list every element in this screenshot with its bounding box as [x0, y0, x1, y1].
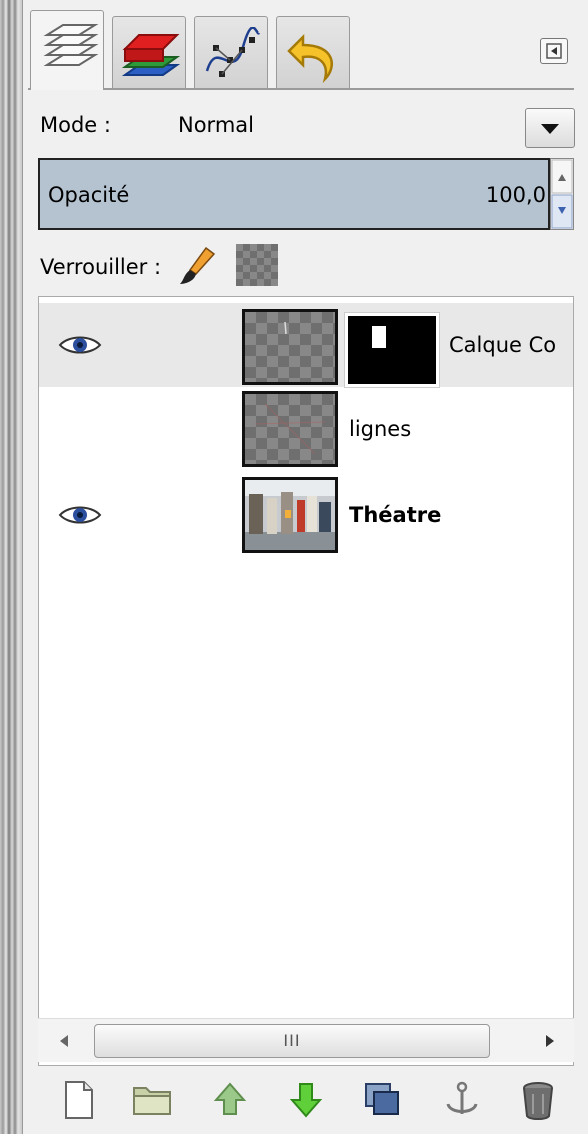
photo-preview: [245, 480, 335, 550]
opacity-value: 100,0: [485, 183, 546, 207]
layer-thumbnail[interactable]: [242, 309, 338, 385]
anchor-icon: [446, 1081, 478, 1114]
raise-layer-button[interactable]: [208, 1078, 252, 1122]
dock-menu-button[interactable]: [540, 38, 568, 64]
paintbrush-icon: [180, 246, 216, 284]
delete-layer-button[interactable]: [516, 1078, 560, 1122]
layers-icon: [43, 24, 99, 66]
duplicate-layer-button[interactable]: [360, 1078, 404, 1122]
layer-thumbnail[interactable]: [242, 477, 338, 553]
scrollbar-grip: III: [283, 1031, 301, 1050]
new-layer-group-button[interactable]: [130, 1078, 174, 1122]
layer-name[interactable]: Théatre: [349, 503, 441, 527]
layer-preview: [254, 403, 326, 455]
horizontal-scrollbar[interactable]: III: [38, 1018, 574, 1062]
mask-white-area: [372, 326, 386, 348]
visibility-toggle[interactable]: [57, 333, 103, 357]
arrow-left-icon: [60, 1035, 68, 1047]
channels-icon: [121, 34, 181, 76]
new-layer-icon: [65, 1081, 93, 1119]
layer-preview: [284, 321, 287, 335]
arrow-right-icon: [546, 1035, 554, 1047]
tab-separator: [28, 88, 574, 90]
opacity-label: Opacité: [48, 183, 130, 207]
opacity-spinner[interactable]: [550, 158, 574, 230]
visibility-toggle[interactable]: [57, 503, 103, 527]
layer-row[interactable]: Théatre: [39, 473, 573, 555]
layers-list: Calque Co lignes Théatre: [38, 296, 574, 1066]
paths-icon: [205, 27, 261, 77]
mode-value[interactable]: Normal: [178, 113, 254, 137]
window-edge: [0, 0, 22, 1134]
arrow-up-icon: [213, 1082, 247, 1115]
anchor-layer-button[interactable]: [440, 1078, 484, 1122]
layer-name[interactable]: lignes: [349, 417, 411, 441]
chevron-down-icon: [541, 124, 559, 134]
scroll-right-button[interactable]: [538, 1029, 562, 1053]
layer-name[interactable]: Calque Co: [449, 333, 556, 357]
scroll-left-button[interactable]: [52, 1029, 76, 1053]
lock-label: Verrouiller :: [40, 255, 162, 279]
tab-undo-history[interactable]: [276, 16, 350, 88]
tab-layers[interactable]: [30, 10, 104, 90]
layer-row[interactable]: Calque Co: [39, 303, 573, 388]
lock-alpha-toggle[interactable]: [236, 244, 278, 286]
lower-layer-button[interactable]: [284, 1078, 328, 1122]
folder-icon: [133, 1087, 171, 1115]
arrow-down-icon: [289, 1083, 323, 1118]
layer-thumbnail[interactable]: [242, 391, 338, 467]
mode-dropdown-button[interactable]: [525, 108, 575, 148]
undo-icon: [287, 33, 333, 84]
tab-channels[interactable]: [112, 16, 186, 88]
opacity-slider[interactable]: Opacité 100,0: [38, 158, 550, 230]
scrollbar-thumb[interactable]: III: [94, 1024, 490, 1058]
layer-row[interactable]: lignes: [39, 389, 573, 469]
trash-icon: [523, 1082, 553, 1120]
new-layer-button[interactable]: [56, 1078, 100, 1122]
lock-pixels-toggle[interactable]: [176, 244, 218, 286]
duplicate-icon: [365, 1083, 399, 1115]
tab-menu-arrow-icon: [546, 43, 562, 59]
layer-mask-thumbnail[interactable]: [344, 312, 440, 388]
eye-icon: [58, 336, 102, 354]
tab-paths[interactable]: [194, 16, 268, 88]
mode-label: Mode :: [40, 113, 111, 137]
spin-arrows-icon: [551, 159, 573, 229]
eye-icon: [58, 506, 102, 524]
